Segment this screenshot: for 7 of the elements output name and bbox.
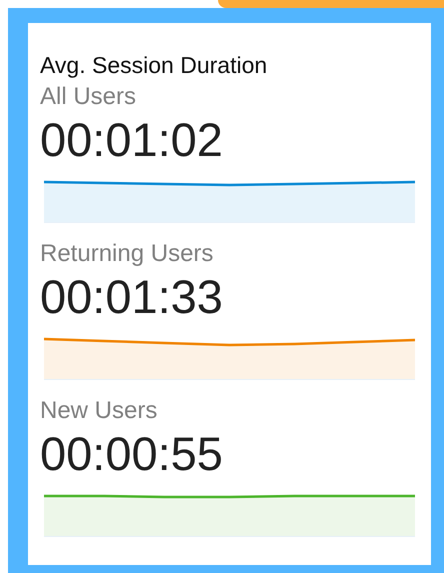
segment-label: New Users [40,396,158,426]
duration-value: 00:01:02 [40,112,224,168]
card-title: Avg. Session Duration [40,51,268,80]
segment-label: All Users [40,82,138,112]
duration-value: 00:00:55 [40,426,224,482]
segment-label: Returning Users [40,239,214,269]
duration-value: 00:01:33 [40,269,224,325]
